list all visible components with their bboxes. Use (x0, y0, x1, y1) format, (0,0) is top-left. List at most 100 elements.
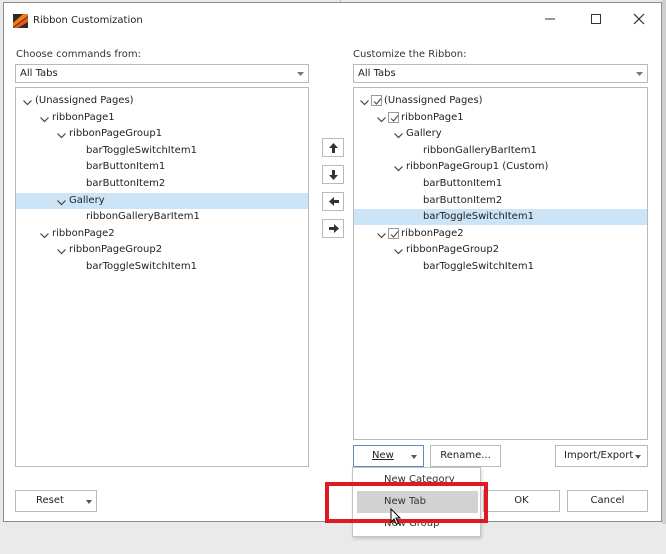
tree-node-label: ribbonPage1 (401, 111, 464, 123)
node-checkbox[interactable] (388, 227, 399, 239)
tree-node-label: ribbonPage2 (401, 227, 464, 239)
tree-node[interactable]: ribbonGalleryBarItem1 (354, 143, 647, 159)
tree-node[interactable]: ribbonPage2 (354, 226, 647, 242)
tree-node-label: barToggleSwitchItem1 (423, 211, 534, 223)
tree-node[interactable]: barToggleSwitchItem1 (16, 259, 308, 275)
reset-button-label: Reset (36, 495, 64, 506)
tree-node-label: barButtonItem2 (423, 194, 503, 206)
customize-ribbon-label: Customize the Ribbon: (353, 49, 467, 60)
arrow-up-icon (329, 143, 338, 153)
ok-button[interactable]: OK (483, 490, 560, 512)
expand-chevron-icon[interactable] (394, 246, 403, 255)
tree-node-label: ribbonPage1 (52, 111, 115, 123)
desktop-background-bottom (0, 524, 666, 554)
tree-node-label: (Unassigned Pages) (384, 95, 483, 106)
node-checkbox[interactable] (371, 95, 382, 106)
app-logo-icon (13, 14, 28, 28)
node-checkbox[interactable] (388, 111, 399, 123)
tree-node-label: barButtonItem1 (86, 161, 166, 173)
chevron-down-icon (86, 500, 92, 504)
rename-button[interactable]: Rename... (430, 445, 501, 467)
cancel-button[interactable]: Cancel (567, 490, 648, 512)
expand-chevron-icon[interactable] (57, 246, 66, 255)
mouse-cursor-icon (390, 508, 402, 526)
expand-chevron-icon[interactable] (377, 114, 386, 122)
tree-node[interactable]: (Unassigned Pages) (16, 93, 308, 109)
tree-node-label: barToggleSwitchItem1 (423, 261, 534, 272)
tree-node[interactable]: ribbonPageGroup1 (Custom) (354, 159, 647, 175)
tree-node[interactable]: ribbonPageGroup2 (354, 242, 647, 258)
minimize-icon[interactable] (542, 11, 558, 27)
dropdown-arrow-icon (297, 72, 304, 76)
tree-node[interactable]: ribbonPageGroup1 (16, 126, 308, 142)
ribbon-tree[interactable]: (Unassigned Pages) ribbonPage1 Gallery ribb… (353, 87, 648, 440)
highlight-box (325, 482, 488, 523)
tree-node[interactable]: ribbonPage1 (16, 110, 308, 126)
tree-node-label: Gallery (406, 128, 442, 140)
tree-node[interactable]: barButtonItem1 (354, 176, 647, 192)
tree-node[interactable]: barButtonItem2 (16, 176, 308, 192)
tree-node-label: barToggleSwitchItem1 (86, 261, 197, 272)
tree-node[interactable]: Gallery (354, 126, 647, 142)
expand-chevron-icon[interactable] (40, 230, 49, 239)
tree-node[interactable]: ribbonPageGroup2 (16, 242, 308, 258)
desktop-background (662, 0, 666, 554)
tree-node[interactable]: (Unassigned Pages) (354, 93, 647, 109)
rename-button-label: Rename... (440, 450, 491, 461)
expand-chevron-icon[interactable] (394, 163, 403, 172)
window-title: Ribbon Customization (33, 15, 143, 26)
tree-node[interactable]: Gallery (16, 192, 308, 209)
tree-node-label: ribbonGalleryBarItem1 (423, 144, 537, 156)
expand-chevron-icon[interactable] (23, 97, 32, 106)
expand-chevron-icon[interactable] (40, 114, 49, 122)
tree-node-label: ribbonPageGroup1 (Custom) (406, 161, 549, 173)
commands-tree[interactable]: (Unassigned Pages) ribbonPage1 ribbonPageG… (15, 87, 309, 467)
import-export-button[interactable]: Import/Export (555, 445, 648, 467)
tree-node[interactable]: ribbonGalleryBarItem1 (16, 209, 308, 225)
maximize-icon[interactable] (588, 11, 604, 27)
ribbon-customization-dialog: Ribbon Customization Choose commands fro… (3, 2, 662, 522)
title-bar: Ribbon Customization (4, 3, 661, 37)
move-left-button[interactable] (322, 192, 344, 211)
move-up-button[interactable] (322, 138, 344, 157)
tree-node[interactable]: ribbonPage1 (354, 110, 647, 126)
new-button-label: New (372, 450, 394, 461)
tree-node[interactable]: barToggleSwitchItem1 (354, 209, 647, 226)
tree-node[interactable]: ribbonPage2 (16, 226, 308, 242)
tree-node[interactable]: barToggleSwitchItem1 (16, 143, 308, 159)
move-down-button[interactable] (322, 165, 344, 184)
choose-commands-value: All Tabs (20, 68, 58, 79)
expand-chevron-icon[interactable] (360, 97, 369, 106)
tree-node-label: barToggleSwitchItem1 (86, 144, 197, 156)
tree-node-label: barButtonItem2 (86, 178, 166, 189)
ok-button-label: OK (514, 495, 529, 506)
expand-chevron-icon[interactable] (57, 130, 66, 139)
close-icon[interactable] (631, 11, 647, 27)
arrow-left-icon (329, 197, 339, 206)
expand-chevron-icon[interactable] (377, 230, 386, 239)
chevron-down-icon (635, 455, 641, 459)
tree-node-label: barButtonItem1 (423, 178, 503, 189)
chevron-down-icon (411, 455, 417, 459)
tree-node-label: ribbonPageGroup2 (69, 244, 163, 256)
tree-node[interactable]: barButtonItem1 (16, 159, 308, 175)
tree-node-label: (Unassigned Pages) (35, 95, 134, 106)
new-button[interactable]: New (353, 445, 424, 467)
tree-node-label: ribbonPageGroup1 (69, 128, 163, 140)
customize-ribbon-combo[interactable]: All Tabs (353, 64, 648, 83)
cancel-button-label: Cancel (590, 495, 625, 506)
expand-chevron-icon[interactable] (394, 130, 403, 139)
dropdown-arrow-icon (636, 72, 643, 76)
tree-node[interactable]: barButtonItem2 (354, 193, 647, 209)
arrow-right-icon (329, 224, 339, 233)
customize-ribbon-value: All Tabs (358, 68, 396, 79)
expand-chevron-icon[interactable] (57, 197, 66, 205)
tree-node[interactable]: barToggleSwitchItem1 (354, 259, 647, 275)
choose-commands-label: Choose commands from: (16, 49, 142, 60)
move-right-button[interactable] (322, 219, 344, 238)
tree-node-label: ribbonPageGroup2 (406, 244, 500, 256)
import-export-label: Import/Export (564, 450, 634, 461)
arrow-down-icon (329, 170, 338, 180)
reset-button[interactable]: Reset (15, 490, 97, 512)
choose-commands-combo[interactable]: All Tabs (15, 64, 309, 83)
